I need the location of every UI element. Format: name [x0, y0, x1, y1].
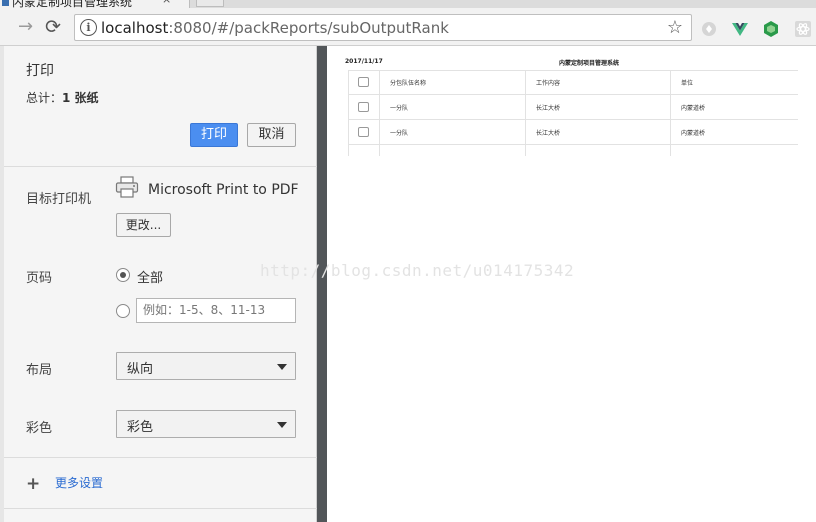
preview-date: 2017/11/17: [345, 58, 383, 65]
green-cube-extension-icon[interactable]: [762, 20, 780, 38]
pages-input[interactable]: 例如：1-5、8、11-13: [136, 298, 296, 323]
table-cell: 内蒙道桥: [681, 105, 706, 112]
header-cell: 单位: [681, 80, 694, 87]
address-bar[interactable]: i localhost:8080/#/packReports/subOutput…: [74, 14, 692, 41]
plus-icon[interactable]: +: [26, 476, 40, 493]
preview-background: [317, 46, 327, 522]
pages-label: 页码: [26, 271, 53, 286]
url-path: :8080/#/packReports/subOutputRank: [168, 19, 449, 37]
color-value: 彩色: [127, 420, 154, 435]
pages-custom-radio[interactable]: [116, 304, 130, 318]
checkbox: [358, 77, 369, 87]
star-icon[interactable]: ☆: [667, 17, 683, 38]
layout-select[interactable]: 纵向: [116, 352, 296, 380]
tab-strip: 内蒙定制项目管理系统 ×: [0, 0, 816, 9]
checkbox: [358, 127, 369, 137]
layout-label: 布局: [26, 363, 53, 378]
header-cell: 工作内容: [536, 80, 561, 87]
url-host: localhost: [101, 19, 169, 37]
table-cell: 内蒙道桥: [681, 130, 706, 137]
table-cell: 一分队: [390, 105, 409, 112]
divider: [4, 457, 317, 458]
table-rule: [525, 70, 526, 156]
table-rule: [348, 70, 349, 156]
print-settings-panel: 打印 总计：1 张纸 打印 取消 目标打印机 Microsoft Print t…: [4, 46, 317, 522]
tab-favicon-icon: [2, 0, 9, 6]
divider: [4, 166, 317, 167]
color-label: 彩色: [26, 421, 53, 436]
table-rule: [670, 70, 671, 156]
print-title: 打印: [26, 63, 54, 79]
printer-name: Microsoft Print to PDF: [148, 182, 299, 198]
preview-title: 内蒙定制项目管理系统: [559, 60, 620, 67]
pages-all-radio[interactable]: [116, 268, 130, 282]
layout-value: 纵向: [127, 362, 154, 377]
checkbox: [358, 102, 369, 112]
header-cell: 分包队伍名称: [390, 80, 427, 87]
tab-close-icon[interactable]: ×: [162, 0, 171, 6]
table-cell: 长江大桥: [536, 130, 561, 137]
table-cell: 一分队: [390, 130, 409, 137]
react-devtools-icon[interactable]: [794, 20, 812, 38]
forward-arrow-icon[interactable]: →: [18, 18, 33, 36]
total-label: 总计：: [26, 91, 63, 105]
info-icon[interactable]: i: [80, 19, 97, 36]
table-rule: [379, 70, 380, 156]
watermark: http://blog.csdn.net/u014175342: [260, 261, 575, 280]
change-printer-button[interactable]: 更改...: [116, 213, 171, 237]
address-url: localhost:8080/#/packReports/subOutputRa…: [101, 19, 449, 37]
chevron-down-icon: [277, 422, 287, 428]
destination-label: 目标打印机: [26, 192, 92, 207]
table-header-row: 分包队伍名称 工作内容 单位: [348, 70, 798, 94]
table-row: 一分队 长江大桥 内蒙道桥: [348, 120, 798, 144]
cancel-button[interactable]: 取消: [247, 123, 296, 147]
printer-icon: [115, 176, 139, 198]
print-total: 总计：1 张纸: [26, 89, 99, 106]
table-rule: [348, 144, 798, 145]
pages-all-label[interactable]: 全部: [137, 267, 163, 286]
browser-toolbar: → ⟳ i localhost:8080/#/packReports/subOu…: [0, 8, 816, 46]
extension-gray-icon[interactable]: [700, 20, 718, 38]
new-tab-button[interactable]: [196, 0, 224, 7]
color-select[interactable]: 彩色: [116, 410, 296, 438]
total-value: 1 张纸: [62, 91, 99, 105]
print-button[interactable]: 打印: [190, 123, 238, 147]
table-row: 一分队 长江大桥 内蒙道桥: [348, 95, 798, 119]
vue-devtools-icon[interactable]: [731, 20, 749, 38]
chevron-down-icon: [277, 364, 287, 370]
table-cell: 长江大桥: [536, 105, 561, 112]
divider: [4, 508, 317, 509]
browser-tab[interactable]: 内蒙定制项目管理系统 ×: [0, 0, 190, 9]
print-preview-page: 2017/11/17 内蒙定制项目管理系统 分包队伍名称 工作内容 单位 一分队…: [327, 46, 816, 522]
reload-icon[interactable]: ⟳: [45, 18, 61, 37]
more-settings-link[interactable]: 更多设置: [55, 474, 103, 491]
